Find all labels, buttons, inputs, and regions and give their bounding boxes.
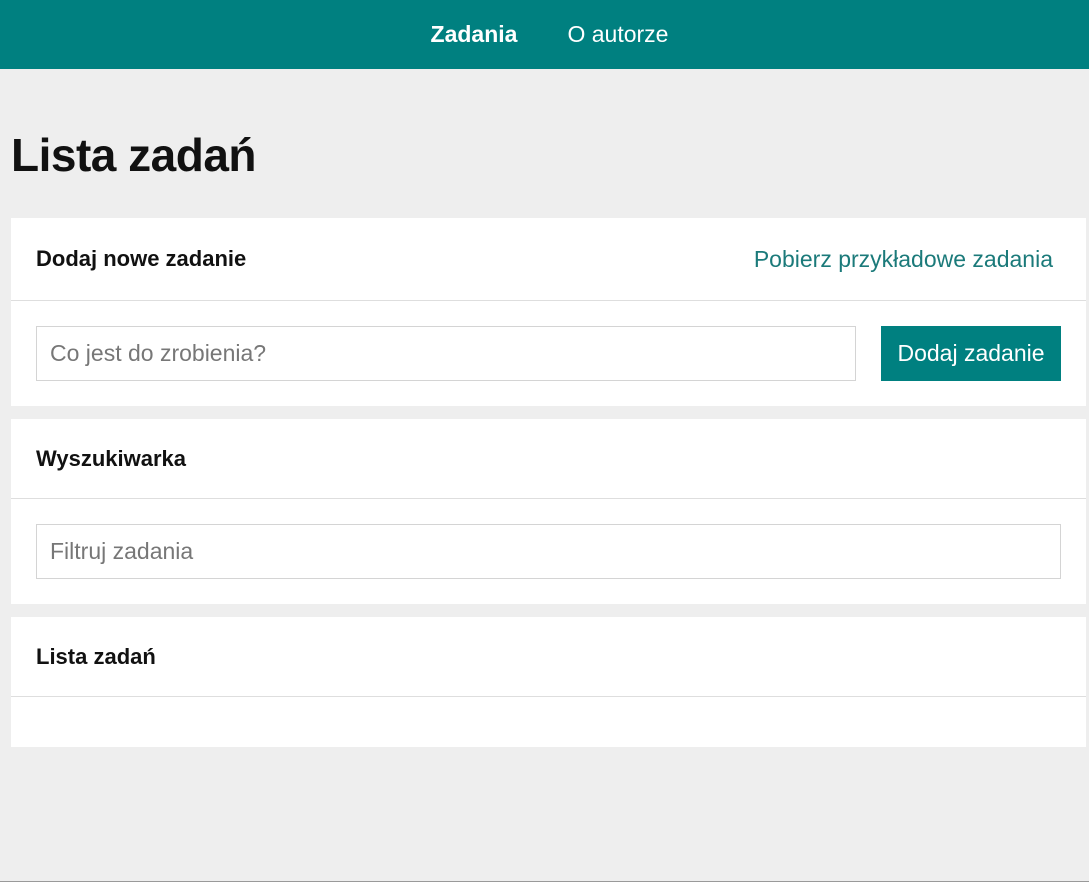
add-task-card-body: Dodaj zadanie	[11, 301, 1086, 406]
add-task-card-title: Dodaj nowe zadanie	[36, 246, 247, 271]
task-list-card: Lista zadań	[11, 617, 1086, 747]
search-card-body	[11, 499, 1086, 604]
filter-tasks-input[interactable]	[36, 524, 1061, 579]
top-navbar: Zadania O autorze	[0, 0, 1089, 69]
page-title: Lista zadań	[11, 129, 257, 181]
task-list-card-title: Lista zadań	[36, 643, 156, 669]
add-task-button[interactable]: Dodaj zadanie	[881, 326, 1061, 381]
search-card-title: Wyszukiwarka	[36, 445, 187, 471]
search-card: Wyszukiwarka	[11, 419, 1086, 604]
new-task-input[interactable]	[36, 326, 856, 381]
task-list	[11, 697, 1086, 746]
add-task-card-header: Dodaj nowe zadanie Pobierz przykładowe z…	[11, 218, 1086, 301]
add-task-card: Dodaj nowe zadanie Pobierz przykładowe z…	[11, 218, 1086, 406]
task-list-card-header: Lista zadań	[11, 617, 1086, 697]
load-sample-tasks-link[interactable]: Pobierz przykładowe zadania	[754, 246, 1053, 273]
search-card-header: Wyszukiwarka	[11, 419, 1086, 499]
nav-link-tasks[interactable]: Zadania	[431, 21, 518, 48]
nav-link-about-author[interactable]: O autorze	[567, 21, 668, 48]
